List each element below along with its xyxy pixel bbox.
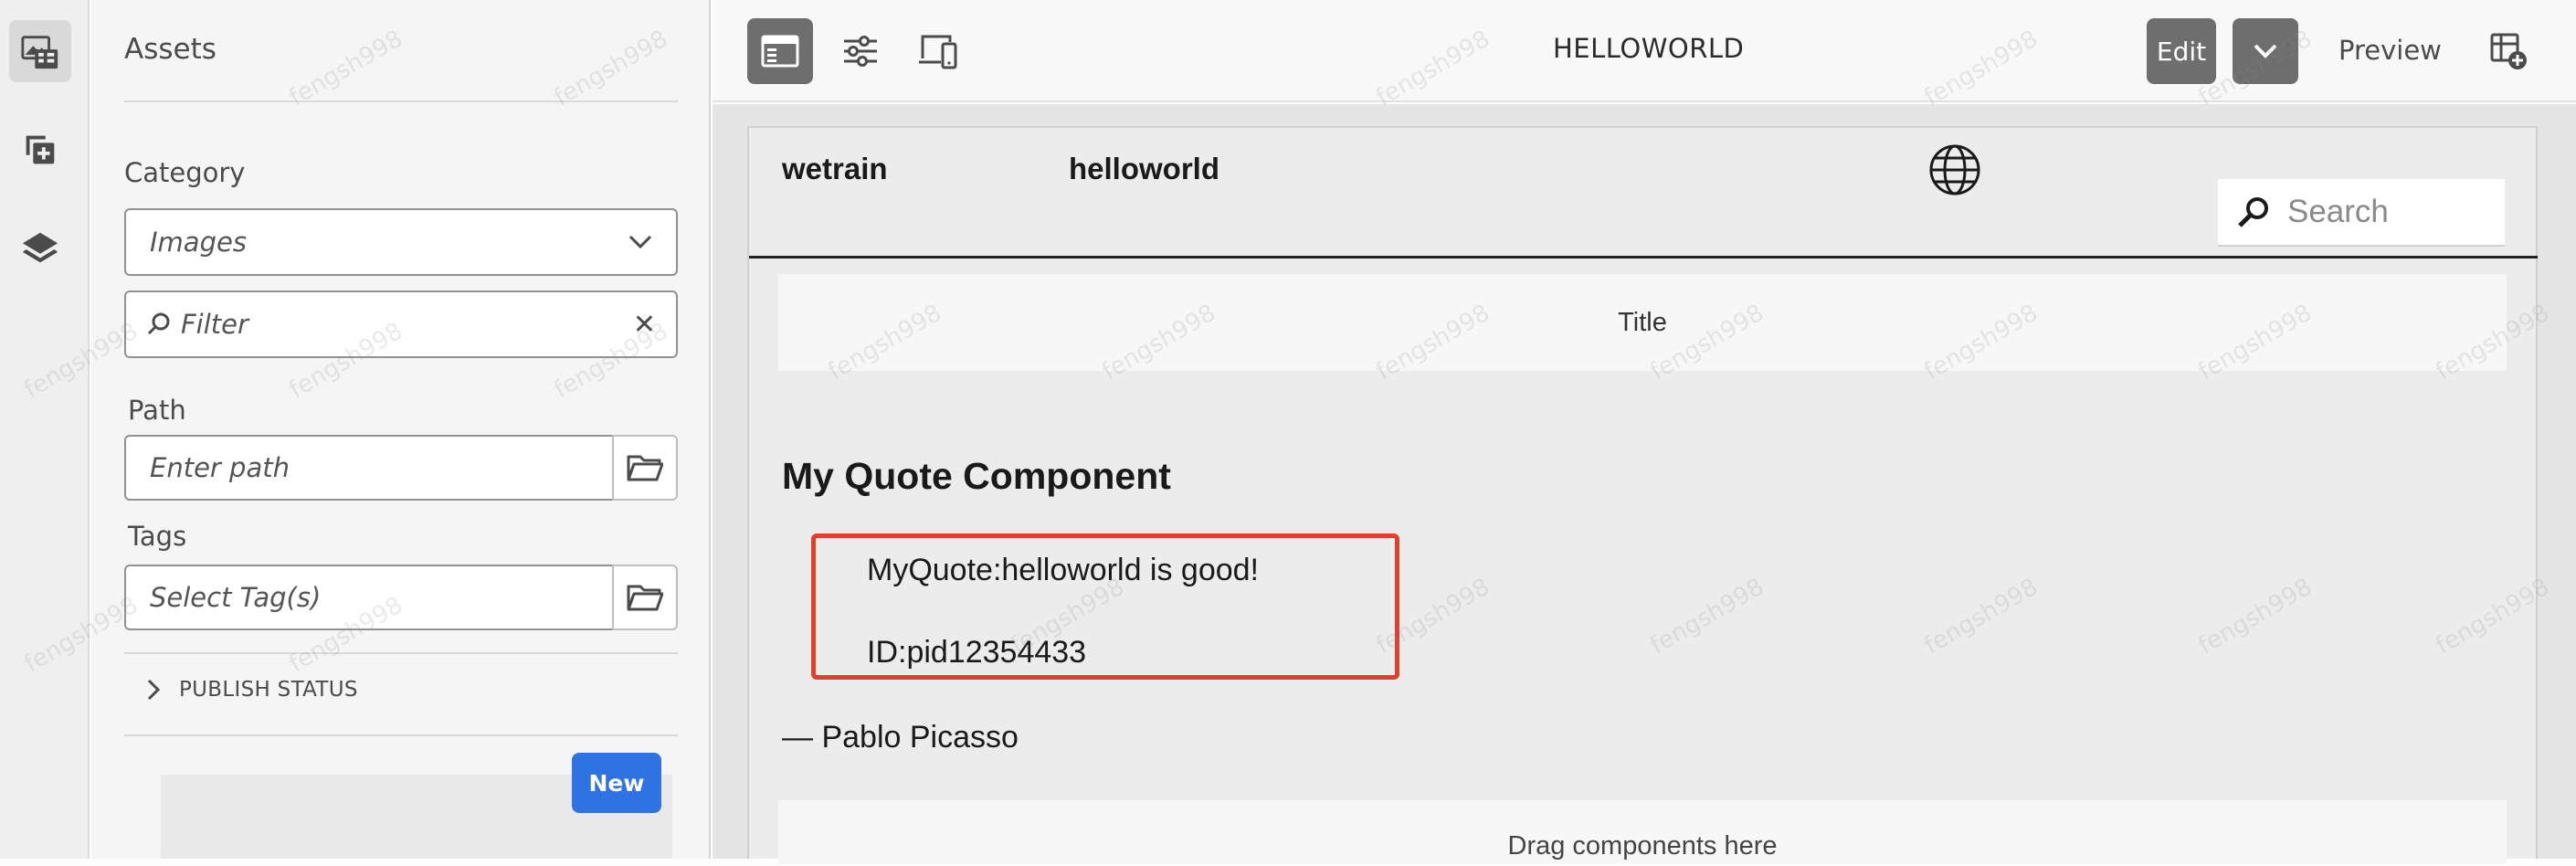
emulator-button[interactable] <box>904 18 970 84</box>
title-component-label: Title <box>1618 307 1667 337</box>
side-panel-toggle-button[interactable] <box>747 18 813 84</box>
tags-input[interactable]: Select Tag(s) <box>124 565 614 630</box>
quote-author: — Pablo Picasso <box>782 720 1019 755</box>
clear-icon[interactable]: ✕ <box>633 309 656 341</box>
page-properties-button[interactable] <box>828 18 893 84</box>
tags-label: Tags <box>128 521 187 552</box>
quote-id: ID:pid12354433 <box>867 635 1087 670</box>
layers-icon <box>22 232 58 263</box>
mode-dropdown-button[interactable] <box>2233 18 2298 84</box>
new-button[interactable]: New <box>572 753 661 813</box>
site-search-placeholder: Search <box>2287 194 2389 229</box>
drop-zone[interactable]: Drag components here <box>778 800 2507 864</box>
panel-title: Assets <box>124 33 216 66</box>
component-heading: My Quote Component <box>782 455 1171 497</box>
folder-icon <box>627 585 663 611</box>
side-panel-icon <box>761 35 799 68</box>
editor-toolbar: HELLOWORLD Edit Preview <box>713 0 2576 102</box>
assets-icon <box>21 36 58 69</box>
drop-zone-label: Drag components here <box>1507 831 1778 861</box>
annotate-icon <box>2490 33 2527 69</box>
sliders-icon <box>844 36 877 67</box>
chevron-down-icon <box>628 235 652 249</box>
quote-text: MyQuote:helloworld is good! <box>867 553 1260 587</box>
assets-panel: Assets Category Images Filter ✕ Path Ent… <box>91 0 711 859</box>
assets-rail-button[interactable] <box>9 20 71 82</box>
path-browse-button[interactable] <box>612 435 678 501</box>
category-label: Category <box>124 157 246 188</box>
tags-browse-button[interactable] <box>612 565 678 630</box>
path-label: Path <box>128 395 186 426</box>
divider <box>124 100 678 102</box>
site-search-input[interactable]: Search <box>2218 179 2505 247</box>
path-input[interactable]: Enter path <box>124 435 614 501</box>
page-title: HELLOWORLD <box>1553 33 1745 64</box>
tags-placeholder: Select Tag(s) <box>150 582 322 613</box>
side-rail <box>0 0 90 859</box>
search-icon <box>2238 197 2268 227</box>
components-icon <box>26 135 55 164</box>
publish-status-label: PUBLISH STATUS <box>179 678 358 702</box>
page-frame: wetrain helloworld Search Title My Quote… <box>747 126 2538 864</box>
category-value: Images <box>150 227 247 258</box>
preview-button[interactable]: Preview <box>2338 35 2442 66</box>
devices-icon <box>919 35 957 69</box>
header-divider <box>749 256 2538 259</box>
chevron-down-icon <box>2254 44 2277 58</box>
divider <box>124 652 678 654</box>
annotate-button[interactable] <box>2479 22 2538 80</box>
chevron-right-icon <box>147 679 161 701</box>
quote-component[interactable]: MyQuote:helloworld is good! ID:pid123544… <box>811 533 1399 680</box>
title-component[interactable]: Title <box>778 274 2507 371</box>
site-brand[interactable]: wetrain <box>782 152 888 186</box>
site-nav-item[interactable]: helloworld <box>1069 152 1219 186</box>
components-rail-button[interactable] <box>9 119 71 181</box>
filter-placeholder: Filter <box>181 309 248 340</box>
edit-mode-button[interactable]: Edit <box>2147 18 2216 84</box>
search-icon <box>147 312 170 335</box>
path-placeholder: Enter path <box>150 452 290 483</box>
layers-rail-button[interactable] <box>9 217 71 280</box>
filter-input[interactable]: Filter ✕ <box>124 290 678 358</box>
publish-status-toggle[interactable]: PUBLISH STATUS <box>146 678 358 702</box>
category-select[interactable]: Images <box>124 208 678 276</box>
folder-icon <box>627 455 663 481</box>
divider <box>124 734 678 736</box>
globe-icon[interactable] <box>1927 143 1982 197</box>
